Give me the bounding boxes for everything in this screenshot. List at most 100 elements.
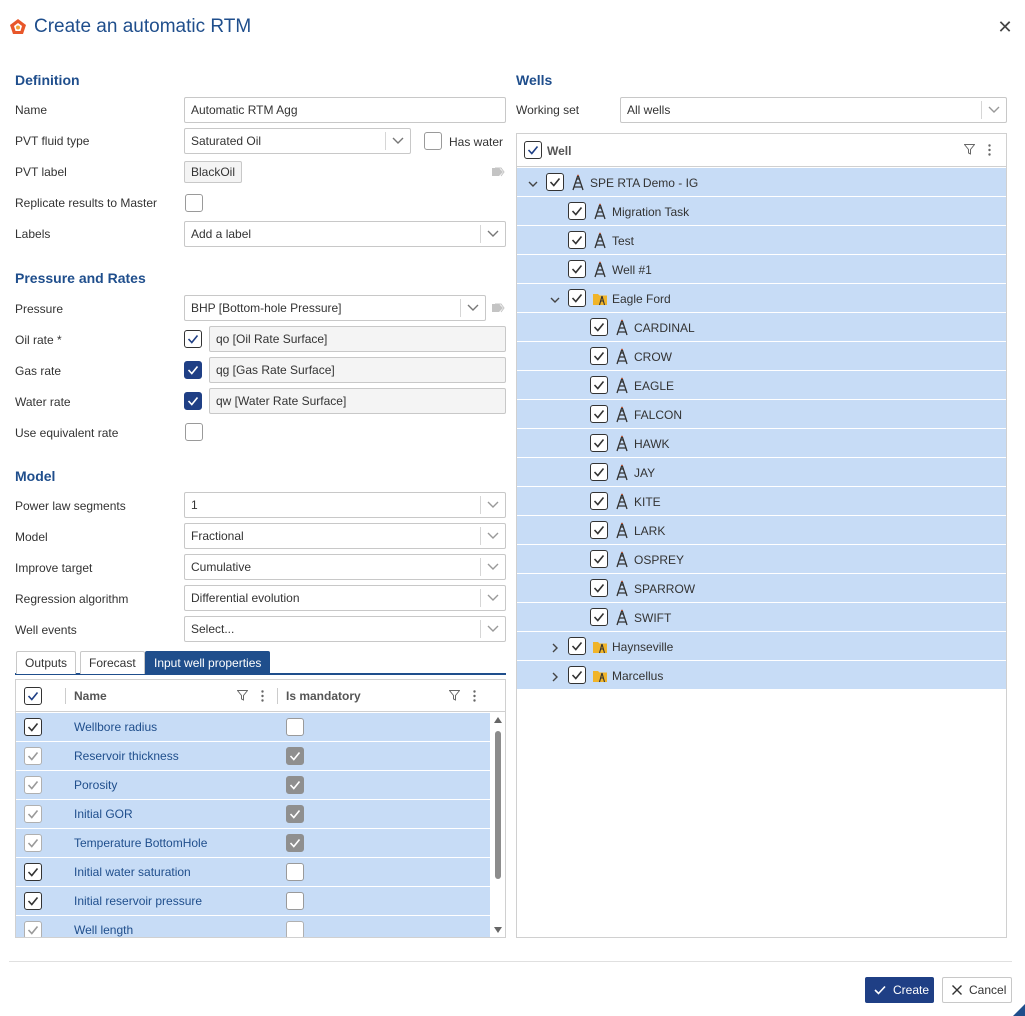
tree-well-row[interactable]: OSPREY	[517, 545, 1006, 574]
tab-outputs[interactable]: Outputs	[16, 651, 77, 674]
tree-well-row[interactable]: EAGLE	[517, 371, 1006, 400]
well-events-dropdown[interactable]: Select...	[184, 616, 506, 642]
tree-checkbox[interactable]	[568, 231, 586, 249]
tree-folder-row[interactable]: Marcellus	[517, 661, 1006, 690]
tree-checkbox[interactable]	[590, 579, 608, 597]
close-icon[interactable]: ✕	[995, 17, 1015, 37]
tree-well-row[interactable]: LARK	[517, 516, 1006, 545]
pvt-label-chip[interactable]: BlackOil	[184, 161, 243, 183]
tree-well-row[interactable]: FALCON	[517, 400, 1006, 429]
tag-icon[interactable]	[491, 303, 505, 313]
equivalent-rate-checkbox[interactable]	[185, 423, 203, 441]
oil-rate-checkbox[interactable]	[184, 330, 202, 348]
column-mandatory-header[interactable]: Is mandatory	[286, 689, 361, 703]
mandatory-checkbox[interactable]	[286, 892, 304, 910]
tree-checkbox[interactable]	[590, 521, 608, 539]
oil-rate-field[interactable]: qo [Oil Rate Surface]	[209, 326, 506, 352]
tree-well-row[interactable]: JAY	[517, 458, 1006, 487]
tree-well-row[interactable]: Migration Task	[517, 197, 1006, 226]
tree-checkbox[interactable]	[568, 666, 586, 684]
tag-icon[interactable]	[491, 167, 505, 177]
name-input[interactable]: Automatic RTM Agg	[184, 97, 506, 123]
grid-scrollbar[interactable]	[491, 713, 505, 937]
pressure-dropdown[interactable]: BHP [Bottom-hole Pressure]	[184, 295, 486, 321]
select-all-checkbox[interactable]	[24, 687, 42, 705]
resize-grip-icon[interactable]	[1013, 1004, 1025, 1016]
row-select-checkbox[interactable]	[24, 863, 42, 881]
tree-well-row[interactable]: SPE RTA Demo - IG	[517, 168, 1006, 197]
tree-checkbox[interactable]	[568, 202, 586, 220]
tree-checkbox[interactable]	[590, 550, 608, 568]
table-row[interactable]: Wellbore radius	[16, 713, 490, 742]
tab-forecast[interactable]: Forecast	[80, 651, 145, 674]
tree-checkbox[interactable]	[590, 405, 608, 423]
tree-checkbox[interactable]	[590, 608, 608, 626]
create-button[interactable]: Create	[865, 977, 934, 1003]
water-rate-field[interactable]: qw [Water Rate Surface]	[209, 388, 506, 414]
tree-checkbox[interactable]	[590, 318, 608, 336]
has-water-checkbox[interactable]	[424, 132, 442, 150]
tree-well-row[interactable]: CARDINAL	[517, 313, 1006, 342]
regression-dropdown[interactable]: Differential evolution	[184, 585, 506, 611]
select-all-wells-checkbox[interactable]	[524, 141, 542, 159]
column-menu-icon[interactable]	[261, 690, 264, 702]
tab-input-well-properties[interactable]: Input well properties	[145, 651, 271, 674]
tree-checkbox[interactable]	[590, 463, 608, 481]
gas-rate-checkbox[interactable]	[184, 361, 202, 379]
tree-checkbox[interactable]	[590, 492, 608, 510]
column-menu-icon[interactable]	[988, 144, 991, 156]
tree-checkbox[interactable]	[568, 637, 586, 655]
tree-checkbox[interactable]	[568, 289, 586, 307]
tree-well-row[interactable]: HAWK	[517, 429, 1006, 458]
tree-checkbox[interactable]	[590, 434, 608, 452]
chevron-down-icon[interactable]	[528, 178, 538, 188]
segments-dropdown[interactable]: 1	[184, 492, 506, 518]
scrollbar-thumb[interactable]	[495, 731, 501, 879]
tree-well-row[interactable]: Test	[517, 226, 1006, 255]
column-menu-icon[interactable]	[473, 690, 476, 702]
well-derrick-icon	[614, 319, 630, 336]
row-select-checkbox[interactable]	[24, 892, 42, 910]
row-select-checkbox[interactable]	[24, 718, 42, 736]
table-row[interactable]: Porosity	[16, 771, 490, 800]
scroll-up-icon[interactable]	[494, 717, 502, 723]
model-dropdown[interactable]: Fractional	[184, 523, 506, 549]
tree-checkbox[interactable]	[546, 173, 564, 191]
replicate-checkbox[interactable]	[185, 194, 203, 212]
tree-well-row[interactable]: SPARROW	[517, 574, 1006, 603]
improve-target-dropdown[interactable]: Cumulative	[184, 554, 506, 580]
tree-well-row[interactable]: KITE	[517, 487, 1006, 516]
tree-checkbox[interactable]	[590, 376, 608, 394]
cancel-button[interactable]: Cancel	[942, 977, 1012, 1003]
labels-label: Labels	[15, 227, 51, 241]
working-set-dropdown[interactable]: All wells	[620, 97, 1007, 123]
well-column-header[interactable]: Well	[547, 144, 571, 158]
table-row[interactable]: Well length	[16, 916, 490, 937]
mandatory-checkbox[interactable]	[286, 863, 304, 881]
table-row[interactable]: Initial water saturation	[16, 858, 490, 887]
water-rate-checkbox[interactable]	[184, 392, 202, 410]
pvt-fluid-dropdown[interactable]: Saturated Oil	[184, 128, 411, 154]
table-row[interactable]: Initial GOR	[16, 800, 490, 829]
mandatory-checkbox[interactable]	[286, 718, 304, 736]
labels-dropdown[interactable]: Add a label	[184, 221, 506, 247]
tree-folder-row[interactable]: Haynseville	[517, 632, 1006, 661]
column-name-header[interactable]: Name	[74, 689, 107, 703]
tree-checkbox[interactable]	[568, 260, 586, 278]
tree-checkbox[interactable]	[590, 347, 608, 365]
table-row[interactable]: Temperature BottomHole	[16, 829, 490, 858]
chevron-down-icon[interactable]	[550, 294, 560, 304]
filter-icon[interactable]	[449, 690, 460, 701]
tree-well-row[interactable]: SWIFT	[517, 603, 1006, 632]
chevron-right-icon[interactable]	[550, 671, 560, 682]
filter-icon[interactable]	[237, 690, 248, 701]
tree-folder-row[interactable]: Eagle Ford	[517, 284, 1006, 313]
scroll-down-icon[interactable]	[494, 927, 502, 933]
chevron-right-icon[interactable]	[550, 642, 560, 653]
table-row[interactable]: Reservoir thickness	[16, 742, 490, 771]
tree-well-row[interactable]: CROW	[517, 342, 1006, 371]
filter-icon[interactable]	[964, 144, 975, 155]
table-row[interactable]: Initial reservoir pressure	[16, 887, 490, 916]
tree-well-row[interactable]: Well #1	[517, 255, 1006, 284]
gas-rate-field[interactable]: qg [Gas Rate Surface]	[209, 357, 506, 383]
